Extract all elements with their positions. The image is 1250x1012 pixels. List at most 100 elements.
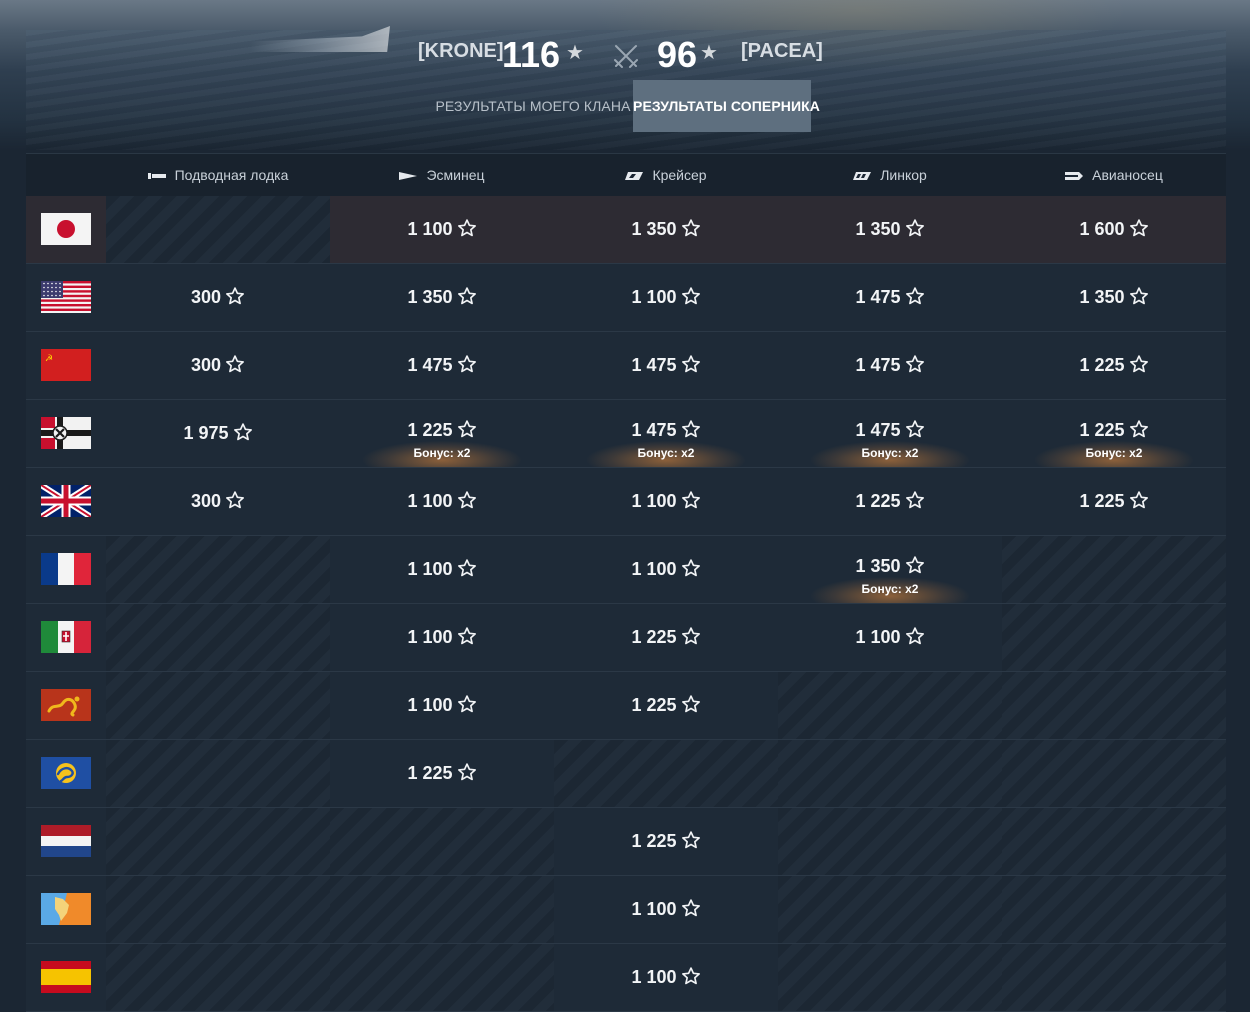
points-value: 1 475 — [631, 420, 677, 440]
star-icon — [901, 491, 925, 511]
star-icon — [677, 355, 701, 375]
tab-opponent-results[interactable]: РЕЗУЛЬТАТЫ СОПЕРНИКА — [633, 80, 820, 132]
empty-cell — [330, 876, 554, 943]
clan-tag-left: [KRONE] — [418, 40, 504, 62]
nation-cell — [26, 876, 106, 943]
points-value-wrap: 1 225 — [330, 740, 554, 807]
points-cell: 1 475 — [778, 264, 1002, 331]
bonus-label: Бонус: x2 — [861, 446, 919, 460]
points-cell: 1 350 — [330, 264, 554, 331]
nation-cell — [26, 264, 106, 331]
star-icon — [453, 355, 477, 375]
points-value: 1 350 — [1079, 287, 1125, 307]
points-cell: 1 225 — [330, 740, 554, 807]
crossed-swords-icon — [614, 45, 638, 68]
svg-text:☭: ☭ — [45, 354, 53, 364]
star-icon — [221, 491, 245, 511]
points-value: 1 225 — [1079, 420, 1125, 440]
points-value-wrap: 1 600 — [1002, 196, 1226, 263]
star-icon — [677, 287, 701, 307]
points-value: 1 225 — [1079, 491, 1125, 511]
header-banner: [KRONE] 116 ★ 96 ★ [PACEA] РЕЗУЛЬТАТЫ МО… — [0, 0, 1250, 150]
points-value: 1 475 — [855, 287, 901, 307]
table-row-europe: 1 225 — [26, 740, 1226, 808]
points-cell: 1 475 — [554, 332, 778, 399]
battleship-icon — [853, 167, 880, 183]
points-value: 1 350 — [855, 219, 901, 239]
empty-cell — [1002, 808, 1226, 875]
star-icon — [1125, 355, 1149, 375]
points-value: 1 100 — [631, 559, 677, 579]
bonus-label: Бонус: x2 — [1085, 446, 1143, 460]
tab-my-clan-results[interactable]: РЕЗУЛЬТАТЫ МОЕГО КЛАНА — [435, 80, 631, 132]
star-icon — [677, 219, 701, 239]
points-value-wrap: 300 — [106, 332, 330, 399]
table-header: Подводная лодка Эсминец Крейсер Линкор Авиан… — [26, 153, 1226, 197]
pan-america-flag-icon — [41, 893, 91, 925]
star-icon — [677, 831, 701, 851]
table-row-japan: 1 100 1 350 1 350 1 600 — [26, 196, 1226, 264]
nation-cell — [26, 468, 106, 535]
netherlands-flag-icon — [41, 825, 91, 857]
empty-cell — [778, 672, 1002, 739]
pan-asia-flag-icon — [41, 689, 91, 721]
column-header-submarine: Подводная лодка — [106, 154, 330, 196]
points-cell: 1 100 — [778, 604, 1002, 671]
points-value: 1 975 — [183, 423, 229, 443]
points-value: 300 — [190, 355, 222, 375]
bonus-label: Бонус: x2 — [861, 582, 919, 596]
table-row-usa: 300 1 350 1 100 1 475 1 350 — [26, 264, 1226, 332]
points-cell: 1 100 — [330, 196, 554, 263]
table-row-france: 1 100 1 100 1 350 Бонус: x2 — [26, 536, 1226, 604]
nation-cell — [26, 672, 106, 739]
points-cell: 1 100 — [330, 604, 554, 671]
nation-cell — [26, 808, 106, 875]
points-value-wrap: 300 — [106, 468, 330, 535]
nation-cell — [26, 536, 106, 603]
table-row-germany: 1 975 1 225 Бонус: x2 1 475 Бонус: x2 1 475 Бо… — [26, 400, 1226, 468]
points-cell: 1 100 — [554, 876, 778, 943]
empty-cell — [106, 876, 330, 943]
star-icon — [901, 627, 925, 647]
points-value-wrap: 1 100 — [554, 264, 778, 331]
points-value: 1 225 — [631, 695, 677, 715]
empty-cell — [778, 876, 1002, 943]
column-header-label: Линкор — [880, 167, 927, 183]
clan-score-bar: [KRONE] 116 ★ 96 ★ [PACEA] — [0, 32, 1250, 76]
empty-cell — [106, 196, 330, 263]
points-value: 1 100 — [407, 559, 453, 579]
star-icon — [453, 695, 477, 715]
points-value: 1 350 — [407, 287, 453, 307]
points-value-wrap: 1 225 — [554, 604, 778, 671]
points-cell: 1 975 — [106, 400, 330, 467]
empty-cell — [106, 808, 330, 875]
points-value: 1 100 — [631, 491, 677, 511]
points-cell: 1 100 — [554, 264, 778, 331]
star-icon — [453, 287, 477, 307]
points-value: 1 350 — [855, 556, 901, 576]
column-header-cruiser: Крейсер — [554, 154, 778, 196]
points-cell: 1 350 — [778, 196, 1002, 263]
points-value: 1 225 — [631, 831, 677, 851]
europe-flag-icon — [41, 757, 91, 789]
column-header-aircraft-carrier: Авианосец — [1002, 154, 1226, 196]
nation-cell — [26, 400, 106, 467]
empty-cell — [1002, 672, 1226, 739]
points-value: 1 225 — [407, 420, 453, 440]
points-value: 1 225 — [1079, 355, 1125, 375]
star-icon — [901, 420, 925, 440]
germany-flag-icon — [41, 417, 91, 449]
ussr-flag-icon: ☭ — [41, 349, 91, 381]
points-cell: 1 350 — [554, 196, 778, 263]
empty-cell — [1002, 536, 1226, 603]
star-icon — [221, 287, 245, 307]
points-value-wrap: 1 975 — [106, 400, 330, 467]
points-cell: 1 225 — [554, 808, 778, 875]
star-icon — [1125, 420, 1149, 440]
table-row-italy: 1 100 1 225 1 100 — [26, 604, 1226, 672]
points-cell: 1 475 — [778, 332, 1002, 399]
nation-cell — [26, 740, 106, 807]
table-row-uk: 300 1 100 1 100 1 225 1 225 — [26, 468, 1226, 536]
points-cell: 1 225 — [554, 672, 778, 739]
points-value-wrap: 1 475 — [778, 264, 1002, 331]
